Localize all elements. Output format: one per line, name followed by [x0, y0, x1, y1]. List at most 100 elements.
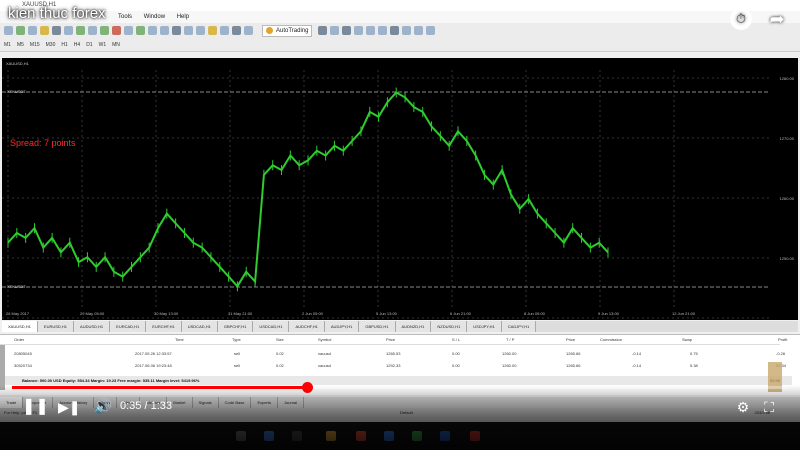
new-chart-icon[interactable]	[4, 26, 13, 35]
metaeditor-icon[interactable]	[88, 26, 97, 35]
zoom-out-icon[interactable]	[160, 26, 169, 35]
col-current-price[interactable]: Price	[566, 337, 575, 342]
col-type[interactable]: Type	[232, 337, 241, 342]
col-symbol[interactable]: Symbol	[318, 337, 331, 342]
menu-help[interactable]: Help	[177, 11, 189, 23]
timeframe-mn[interactable]: MN	[112, 42, 120, 48]
timeframe-m30[interactable]: M30	[46, 42, 56, 48]
symbol-tab[interactable]: GBPUSD,H1	[359, 321, 396, 332]
tile-windows-icon[interactable]	[172, 26, 181, 35]
col-time[interactable]: Time	[175, 337, 184, 342]
video-progress-bar[interactable]	[12, 382, 788, 393]
watch-later-icon[interactable]: ⏱	[730, 8, 752, 30]
symbol-tab[interactable]: EURCHF,H1	[146, 321, 182, 332]
pause-button[interactable]: ❚❚	[22, 396, 49, 418]
symbol-tab[interactable]: EURCAD,H1	[110, 321, 147, 332]
spread-label: Spread: 7 points	[10, 138, 76, 148]
history-icon[interactable]	[244, 26, 253, 35]
symbol-tab[interactable]: AUDNZD,H1	[395, 321, 432, 332]
cell-price: 1265.53	[386, 351, 401, 356]
periods-icon[interactable]	[208, 26, 217, 35]
options-icon[interactable]	[232, 26, 241, 35]
window-titlebar: XAUUSD,H1	[0, 0, 800, 11]
orders-table-header: Order Time Type Size Symbol Price S / L …	[0, 335, 787, 345]
terminal-icon[interactable]	[52, 26, 61, 35]
zoom-in-icon[interactable]	[148, 26, 157, 35]
symbol-tab[interactable]: XAUUSD,H1	[2, 321, 38, 332]
settings-button[interactable]: ⚙	[732, 396, 754, 418]
table-row[interactable]: 30520734 2017.06.06 19:23:48 sell 0.02 x…	[0, 361, 786, 370]
col-tp[interactable]: T / P	[506, 337, 514, 342]
col-profit[interactable]: Profit	[778, 337, 787, 342]
col-order[interactable]: Order	[14, 337, 24, 342]
symbol-tab[interactable]: USDCAD,H1	[253, 321, 290, 332]
price-tick: 1270.00	[779, 136, 794, 141]
symbol-tab[interactable]: AUDUSD,H1	[74, 321, 111, 332]
new-order-icon[interactable]	[76, 26, 85, 35]
time-current: 0:35	[120, 400, 142, 412]
symbol-tab[interactable]: AUDJPY,H1	[324, 321, 360, 332]
symbol-tab[interactable]: AUDCHF,H1	[289, 321, 325, 332]
chart-shift-icon[interactable]	[136, 26, 145, 35]
symbol-tab[interactable]: CADJPY,H1	[501, 321, 537, 332]
price-chart[interactable]: XAUUSD,H1 XTKUSDT XTKUSDT Spread: 7 poin…	[2, 58, 798, 320]
symbol-tab[interactable]: USDJPY,H1	[467, 321, 502, 332]
symbol-tab[interactable]: USDCAD,H1	[181, 321, 218, 332]
timeframe-w1[interactable]: W1	[99, 42, 107, 48]
volume-button[interactable]: 🔊	[92, 396, 114, 418]
profiles-icon[interactable]	[16, 26, 25, 35]
fullscreen-button[interactable]: ⛶	[758, 396, 780, 418]
fibonacci-icon[interactable]	[390, 26, 400, 35]
timeframe-h1[interactable]: H1	[61, 42, 67, 48]
scroll-chart-icon[interactable]	[184, 26, 193, 35]
label-tool-icon[interactable]	[414, 26, 424, 35]
trading-terminal-window: XAUUSD,H1 Tools Window Help AutoTrading …	[0, 0, 800, 450]
next-button[interactable]: ▶❚	[58, 396, 81, 418]
col-size[interactable]: Size	[276, 337, 284, 342]
toolbar: AutoTrading M1 M5 M15 M30 H1 H4 D1 W1 MN	[0, 23, 800, 52]
vertical-line-icon[interactable]	[342, 26, 352, 35]
market-watch-icon[interactable]	[28, 26, 37, 35]
templates-icon[interactable]	[220, 26, 229, 35]
video-scrubber-handle[interactable]	[301, 382, 313, 393]
autotrading-button[interactable]: AutoTrading	[262, 24, 313, 37]
terminal-sidebar[interactable]	[0, 345, 5, 390]
cell-symbol: xauusd	[318, 351, 331, 356]
timeframe-m1[interactable]: M1	[4, 42, 11, 48]
crosshair-icon[interactable]	[330, 26, 340, 35]
signals-icon[interactable]	[112, 26, 121, 35]
horizontal-line-icon[interactable]	[354, 26, 364, 35]
indicators-icon[interactable]	[196, 26, 205, 35]
symbol-tab[interactable]: GBPCHF,H1	[217, 321, 254, 332]
strategy-tester-icon[interactable]	[64, 26, 73, 35]
time-tick: 31 May 21:00	[228, 311, 253, 316]
timeframe-d1[interactable]: D1	[86, 42, 92, 48]
text-tool-icon[interactable]	[402, 26, 412, 35]
cursor-icon[interactable]	[318, 26, 328, 35]
navigator-icon[interactable]	[40, 26, 49, 35]
symbol-tab[interactable]: NZDUSD,H1	[431, 321, 468, 332]
symbol-tab[interactable]: EURUSD,H1	[37, 321, 75, 332]
table-row[interactable]: 20805045 2017.05.26 12:33:57 sell 0.02 x…	[0, 349, 785, 358]
line-label-top: XTKUSDT	[7, 89, 26, 94]
cell-time: 2017.06.06 19:23:48	[135, 363, 172, 368]
col-swap[interactable]: Swap	[682, 337, 692, 342]
cell-profit: -0.26	[776, 351, 786, 356]
menu-tools[interactable]: Tools	[118, 11, 132, 23]
arrow-tool-icon[interactable]	[426, 26, 436, 35]
trendline-icon[interactable]	[366, 26, 376, 35]
col-commission[interactable]: Commission	[600, 337, 622, 342]
menu-window[interactable]: Window	[144, 11, 165, 23]
col-price[interactable]: Price	[386, 337, 395, 342]
vps-icon[interactable]	[124, 26, 133, 35]
share-icon[interactable]: ➦	[766, 8, 788, 30]
line-label-bottom: XTKUSDT	[7, 284, 26, 289]
channel-icon[interactable]	[378, 26, 388, 35]
col-sl[interactable]: S / L	[452, 337, 460, 342]
market-icon[interactable]	[100, 26, 109, 35]
time-tick: 29 May 05:00	[80, 311, 105, 316]
timeframe-h4[interactable]: H4	[74, 42, 80, 48]
video-title[interactable]: kien thuc forex	[8, 5, 106, 22]
timeframe-m5[interactable]: M5	[17, 42, 24, 48]
timeframe-m15[interactable]: M15	[30, 42, 40, 48]
